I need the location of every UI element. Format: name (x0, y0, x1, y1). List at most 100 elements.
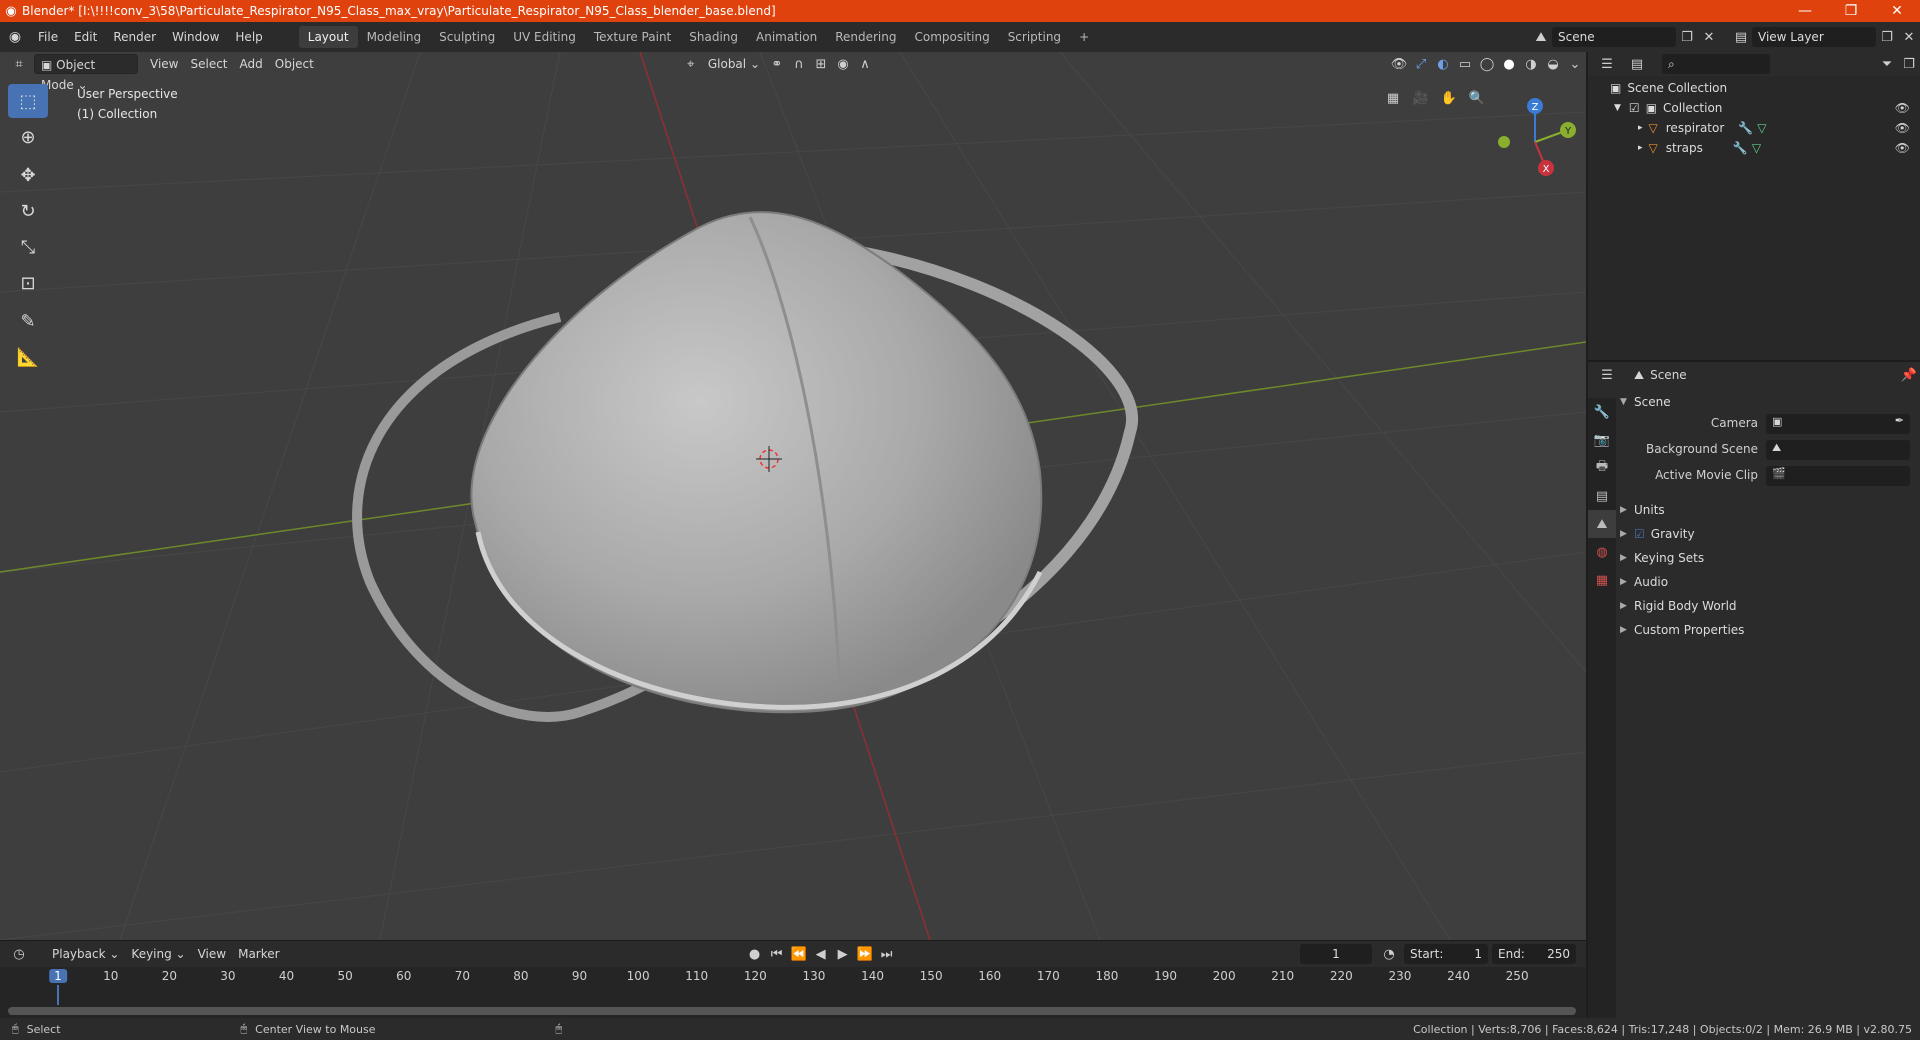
texture-tab-icon[interactable]: ▦ (1588, 566, 1616, 594)
play-icon[interactable]: ▶ (832, 944, 854, 964)
scale-tool-icon[interactable]: ⤡ (8, 230, 48, 264)
mode-dropdown[interactable]: ▣ Object Mode ⌄ (34, 54, 138, 92)
menu-help[interactable]: Help (227, 26, 270, 48)
outliner-object-respirator[interactable]: ▸ ▽ respirator 🔧 ▽ 👁 (1588, 118, 1920, 138)
world-tab-icon[interactable]: ◍ (1588, 538, 1616, 566)
timeline-menu-view[interactable]: View (192, 944, 232, 964)
tab-animation[interactable]: Animation (747, 26, 826, 48)
viewport-menu-object[interactable]: Object (269, 54, 320, 74)
expand-arrow-icon[interactable]: ▼ (1614, 103, 1621, 113)
outliner-search-input[interactable]: ⌕ (1662, 54, 1770, 74)
properties-editor-icon[interactable]: ☰ (1596, 365, 1618, 385)
timeline-editor-icon[interactable]: ◷ (8, 944, 30, 964)
new-collection-icon[interactable]: ❐ (1898, 54, 1920, 74)
mesh-data-icon[interactable]: ▽ (1757, 121, 1766, 135)
keying-sets-panel-header[interactable]: ▶ Keying Sets (1620, 546, 1704, 570)
3d-viewport[interactable]: ⌗ ▣ Object Mode ⌄ View Select Add Object… (0, 52, 1586, 940)
timeline-ruler[interactable]: 1 10 20 30 40 50 60 70 80 90 100 110 120 130 140 150 160… (0, 967, 1586, 987)
cursor-tool-icon[interactable]: ⊕ (8, 120, 48, 154)
visibility-icon[interactable]: 👁 (1388, 54, 1410, 74)
tab-rendering[interactable]: Rendering (826, 26, 905, 48)
audio-panel-header[interactable]: ▶ Audio (1620, 570, 1668, 594)
viewport-menu-view[interactable]: View (144, 54, 184, 74)
blender-menu-icon[interactable]: ◉ (0, 29, 30, 45)
navigation-gizmo[interactable]: Z Y X (1490, 88, 1580, 178)
display-mode-icon[interactable]: ▤ (1626, 54, 1648, 74)
view-layer-tab-icon[interactable]: ▤ (1588, 482, 1616, 510)
next-keyframe-icon[interactable]: ⏩ (854, 944, 876, 964)
tab-compositing[interactable]: Compositing (905, 26, 998, 48)
scene-field[interactable]: Scene (1552, 27, 1676, 47)
scene-panel-header[interactable]: ▼ Scene (1620, 390, 1671, 414)
zoom-icon[interactable]: 🔍 (1466, 88, 1488, 108)
scene-icon[interactable]: ⛰ (1530, 27, 1552, 47)
xray-icon[interactable]: ▭ (1454, 54, 1476, 74)
collection-eye-icon[interactable]: 👁 (1895, 101, 1910, 115)
timeline-menu-playback[interactable]: Playback ⌄ (46, 944, 125, 964)
annotate-tool-icon[interactable]: ✎ (8, 304, 48, 338)
material-shading-icon[interactable]: ◑ (1520, 54, 1542, 74)
minimize-icon[interactable]: — (1782, 3, 1828, 19)
respirator-eye-icon[interactable]: 👁 (1895, 121, 1910, 135)
gravity-checkbox-icon[interactable]: ☑ (1634, 527, 1645, 541)
jump-start-icon[interactable]: ⏮ (766, 944, 788, 964)
timeline-scrollbar[interactable] (8, 1007, 1576, 1015)
close-icon[interactable]: ✕ (1874, 3, 1920, 19)
modifier-wrench-icon[interactable]: 🔧 (1733, 141, 1748, 155)
move-tool-icon[interactable]: ✥ (8, 158, 48, 192)
output-tab-icon[interactable]: 🖶 (1588, 454, 1616, 482)
transform-tool-icon[interactable]: ⊡ (8, 266, 48, 300)
tab-uv-editing[interactable]: UV Editing (504, 26, 585, 48)
prev-keyframe-icon[interactable]: ⏪ (788, 944, 810, 964)
tab-shading[interactable]: Shading (680, 26, 747, 48)
scene-tab-icon[interactable]: ⛰ (1588, 510, 1616, 538)
menu-edit[interactable]: Edit (66, 26, 105, 48)
outliner-scene-collection[interactable]: ▣ Scene Collection (1588, 78, 1920, 98)
snap-target-icon[interactable]: ⊞ (810, 54, 832, 74)
modifier-wrench-icon[interactable]: 🔧 (1738, 121, 1753, 135)
delete-scene-icon[interactable]: ✕ (1698, 27, 1720, 47)
camera-field[interactable]: ▣ ✒ (1766, 414, 1910, 434)
clock-icon[interactable]: ◔ (1378, 944, 1400, 964)
outliner-object-straps[interactable]: ▸ ▽ straps 🔧 ▽ 👁 (1588, 138, 1920, 158)
tab-texture-paint[interactable]: Texture Paint (585, 26, 680, 48)
tab-layout[interactable]: Layout (298, 26, 358, 48)
view-layer-field[interactable]: View Layer (1752, 27, 1876, 47)
pan-hand-icon[interactable]: ✋ (1438, 88, 1460, 108)
transform-orientation-dropdown[interactable]: Global ⌄ (702, 54, 766, 74)
new-scene-icon[interactable]: ❐ (1676, 27, 1698, 47)
play-reverse-icon[interactable]: ◀ (810, 944, 832, 964)
outliner-collection[interactable]: ▼ ☑ ▣ Collection 👁 (1588, 98, 1920, 118)
gizmo-toggle-icon[interactable]: ⤢ (1410, 54, 1432, 74)
rigid-body-world-panel-header[interactable]: ▶ Rigid Body World (1620, 594, 1737, 618)
shading-options-icon[interactable]: ⌄ (1564, 54, 1586, 74)
viewport-menu-add[interactable]: Add (234, 54, 269, 74)
timeline-menu-keying[interactable]: Keying ⌄ (125, 944, 191, 964)
tool-tab-icon[interactable]: 🔧 (1588, 398, 1616, 426)
grid-view-icon[interactable]: ▦ (1382, 88, 1404, 108)
respirator-body[interactable] (470, 211, 1043, 714)
record-icon[interactable]: ● (744, 944, 766, 964)
select-box-tool-icon[interactable]: ⬚ (8, 84, 48, 118)
viewport-menu-select[interactable]: Select (184, 54, 233, 74)
outliner-editor-icon[interactable]: ☰ (1596, 54, 1618, 74)
view-layer-icon[interactable]: ▤ (1730, 27, 1752, 47)
straps-eye-icon[interactable]: 👁 (1895, 141, 1910, 155)
units-panel-header[interactable]: ▶ Units (1620, 498, 1665, 522)
background-scene-field[interactable]: ⛰ (1766, 440, 1910, 460)
eyedropper-icon[interactable]: ✒ (1895, 414, 1904, 427)
wireframe-shading-icon[interactable]: ◯ (1476, 54, 1498, 74)
render-tab-icon[interactable]: 📷 (1588, 426, 1616, 454)
editor-type-icon[interactable]: ⌗ (8, 54, 30, 74)
tab-sculpting[interactable]: Sculpting (430, 26, 504, 48)
menu-render[interactable]: Render (105, 26, 164, 48)
include-checkbox-icon[interactable]: ☑ (1629, 101, 1640, 115)
jump-end-icon[interactable]: ⏭ (876, 944, 898, 964)
camera-view-icon[interactable]: 🎥 (1410, 88, 1432, 108)
collapse-arrow-icon[interactable]: ▸ (1638, 143, 1643, 153)
solid-shading-icon[interactable]: ● (1498, 54, 1520, 74)
pivot-icon[interactable]: ⚭ (766, 54, 788, 74)
measure-tool-icon[interactable]: 📐 (8, 340, 48, 374)
falloff-icon[interactable]: ∧ (854, 54, 876, 74)
tab-modeling[interactable]: Modeling (358, 26, 431, 48)
